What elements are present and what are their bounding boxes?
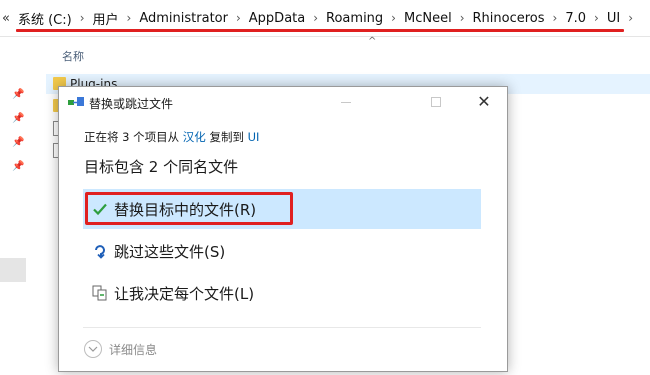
decide-each-file-label: 让我决定每个文件(L)	[114, 284, 255, 303]
nav-selected-item[interactable]	[0, 258, 26, 282]
breadcrumb-rhinoceros[interactable]: Rhinoceros	[469, 11, 549, 26]
breadcrumb-administrator[interactable]: Administrator	[135, 11, 232, 26]
minimize-icon	[341, 101, 351, 103]
annotation-highlight-box	[85, 192, 293, 225]
copy-status-middle: 复制到	[205, 130, 248, 144]
breadcrumb-separator[interactable]: ›	[549, 11, 562, 25]
copy-status-prefix: 正在将 3 个项目从	[84, 130, 183, 144]
breadcrumb-users[interactable]: 用户	[89, 9, 123, 28]
more-details-toggle[interactable]: 详细信息	[84, 340, 157, 358]
breadcrumb-separator[interactable]: ›	[76, 11, 89, 25]
column-header-label: 名称	[62, 50, 84, 63]
breadcrumb-roaming[interactable]: Roaming	[322, 11, 387, 26]
more-details-label: 详细信息	[109, 342, 158, 357]
replace-or-skip-dialog: 替换或跳过文件 ✕ 正在将 3 个项目从 汉化 复制到 UI 目标包含 2 个同…	[58, 86, 508, 372]
breadcrumb-ui[interactable]: UI	[603, 11, 624, 26]
divider	[83, 327, 481, 328]
source-folder-link[interactable]: 汉化	[183, 130, 206, 144]
annotation-underline	[16, 29, 624, 32]
pin-icon[interactable]: 📌	[12, 161, 24, 173]
maximize-button[interactable]	[413, 87, 459, 117]
breadcrumb-separator[interactable]: ›	[624, 11, 637, 25]
minimize-button[interactable]	[323, 87, 369, 117]
close-button[interactable]: ✕	[461, 87, 507, 117]
copy-status-text: 正在将 3 个项目从 汉化 复制到 UI	[84, 129, 259, 145]
column-header-name[interactable]: 名称	[46, 36, 650, 72]
maximize-icon	[431, 97, 441, 107]
breadcrumb-separator[interactable]: ›	[123, 11, 136, 25]
conflict-summary: 目标包含 2 个同名文件	[84, 158, 239, 176]
breadcrumb-drive[interactable]: 系统 (C:)	[14, 9, 76, 28]
pin-icon[interactable]: 📌	[12, 89, 24, 101]
breadcrumb-appdata[interactable]: AppData	[245, 11, 309, 26]
skip-files-option[interactable]: 跳过这些文件(S)	[83, 231, 481, 271]
decide-each-file-option[interactable]: 让我决定每个文件(L)	[83, 273, 481, 313]
dialog-titlebar[interactable]: 替换或跳过文件 ✕	[59, 87, 507, 117]
breadcrumb-version[interactable]: 7.0	[561, 11, 590, 26]
dialog-title: 替换或跳过文件	[89, 97, 174, 111]
skip-files-label: 跳过这些文件(S)	[114, 242, 226, 261]
breadcrumb-separator[interactable]: ›	[456, 11, 469, 25]
breadcrumb-overflow[interactable]: «	[2, 11, 10, 26]
breadcrumb-separator[interactable]: ›	[309, 11, 322, 25]
breadcrumb-separator[interactable]: ›	[232, 11, 245, 25]
pin-icon[interactable]: 📌	[12, 113, 24, 125]
breadcrumb-separator[interactable]: ›	[387, 11, 400, 25]
skip-arrow-icon	[95, 245, 105, 259]
chevron-down-icon	[84, 340, 102, 358]
close-icon: ✕	[477, 92, 491, 111]
pin-icon[interactable]: 📌	[12, 137, 24, 149]
quick-access-pane: 📌 📌 📌 📌	[0, 72, 40, 375]
compare-files-icon	[92, 285, 107, 301]
destination-folder-link[interactable]: UI	[248, 130, 260, 144]
breadcrumb-separator[interactable]: ›	[590, 11, 603, 25]
copy-dialog-icon	[68, 97, 84, 106]
breadcrumb-mcneel[interactable]: McNeel	[400, 11, 456, 26]
